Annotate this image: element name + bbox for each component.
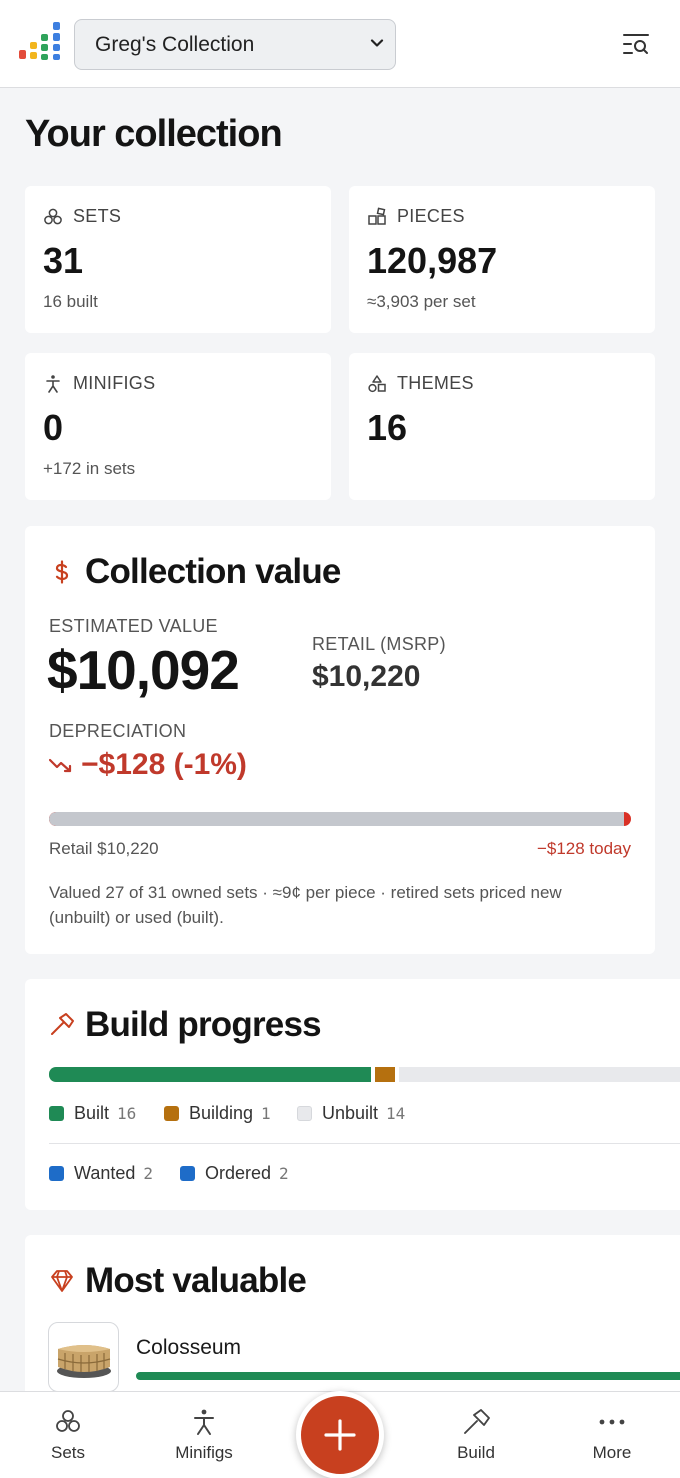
build-progress-title: Build progress bbox=[85, 1005, 322, 1044]
legend-divider bbox=[49, 1143, 680, 1144]
stat-sub-pieces: ≈3,903 per set bbox=[367, 292, 476, 311]
build-progress-bar bbox=[49, 1067, 680, 1082]
collection-value-card: Collection value ESTIMATED VALUE $10,092… bbox=[25, 526, 655, 954]
item-name: Colosseum bbox=[136, 1336, 242, 1359]
legend-built[interactable]: Built 16 bbox=[49, 1103, 136, 1124]
collection-select[interactable]: Greg's Collection bbox=[74, 19, 396, 70]
most-valuable-card: Most valuable Colosseum bbox=[25, 1235, 680, 1395]
build-progress-card: Build progress Built 16 Building 1 Unbui… bbox=[25, 979, 680, 1210]
stat-label-sets: SETS bbox=[73, 206, 122, 226]
stat-label-pieces: PIECES bbox=[397, 206, 465, 226]
minifig-icon bbox=[194, 1409, 214, 1435]
stat-label-themes: THEMES bbox=[397, 373, 474, 393]
app-header: Greg's Collection bbox=[0, 0, 680, 88]
stat-value-minifigs: 0 bbox=[43, 407, 64, 448]
minifig-icon bbox=[46, 374, 60, 393]
item-value-bar bbox=[136, 1372, 680, 1380]
legend-building[interactable]: Building 1 bbox=[164, 1103, 271, 1124]
stat-card-themes[interactable]: THEMES 16 bbox=[349, 353, 655, 500]
stat-label-minifigs: MINIFIGS bbox=[73, 373, 156, 393]
sets-icon bbox=[56, 1410, 80, 1432]
build-segment-unbuilt bbox=[398, 1067, 680, 1082]
nav-sets-label: Sets bbox=[50, 1443, 86, 1462]
page-title: Your collection bbox=[25, 113, 283, 155]
retail-label: RETAIL (MSRP) bbox=[312, 634, 446, 654]
stat-card-pieces[interactable]: PIECES 120,987 ≈3,903 per set bbox=[349, 186, 655, 333]
legend-wanted[interactable]: Wanted 2 bbox=[49, 1163, 153, 1184]
retail-value: $10,220 bbox=[312, 660, 421, 693]
stat-card-sets[interactable]: SETS 31 16 built bbox=[25, 186, 331, 333]
estimated-value-label: ESTIMATED VALUE bbox=[49, 616, 218, 636]
nav-minifigs[interactable]: Minifigs bbox=[154, 1392, 254, 1478]
trending-down-icon bbox=[49, 758, 72, 773]
hammer-icon bbox=[51, 1013, 74, 1035]
plus-icon bbox=[324, 1419, 356, 1451]
stat-sub-minifigs: +172 in sets bbox=[43, 459, 136, 478]
nav-build[interactable]: Build bbox=[426, 1392, 526, 1478]
legend-unbuilt[interactable]: Unbuilt 14 bbox=[297, 1103, 405, 1124]
stat-value-pieces: 120,987 bbox=[367, 240, 498, 281]
stat-value-themes: 16 bbox=[367, 407, 408, 448]
value-bar bbox=[49, 812, 631, 826]
estimated-value: $10,092 bbox=[47, 639, 240, 701]
depreciation-label: DEPRECIATION bbox=[49, 721, 187, 741]
value-bar-right-label: −$128 today bbox=[536, 839, 631, 858]
stat-value-sets: 31 bbox=[43, 240, 84, 281]
nav-minifigs-label: Minifigs bbox=[175, 1443, 233, 1462]
search-filter-icon[interactable] bbox=[622, 32, 650, 56]
collection-select-value: Greg's Collection bbox=[95, 33, 255, 56]
build-segment-built bbox=[49, 1067, 371, 1082]
themes-icon bbox=[368, 374, 386, 392]
pieces-icon bbox=[368, 207, 386, 225]
most-valuable-title: Most valuable bbox=[85, 1261, 307, 1300]
build-segment-building bbox=[374, 1067, 395, 1082]
nav-build-label: Build bbox=[457, 1443, 495, 1462]
nav-sets[interactable]: Sets bbox=[18, 1392, 118, 1478]
legend-ordered[interactable]: Ordered 2 bbox=[180, 1163, 289, 1184]
add-button[interactable] bbox=[296, 1391, 384, 1478]
list-item[interactable]: Colosseum bbox=[48, 1322, 680, 1392]
nav-more[interactable]: More bbox=[562, 1392, 662, 1478]
colosseum-image bbox=[57, 1345, 111, 1378]
value-bar-retained bbox=[49, 812, 624, 826]
stat-card-minifigs[interactable]: MINIFIGS 0 +172 in sets bbox=[25, 353, 331, 500]
depreciation-value: −$128 (-1%) bbox=[81, 748, 247, 781]
app-logo-icon bbox=[19, 22, 60, 60]
sets-icon bbox=[44, 208, 62, 224]
stat-sub-sets: 16 built bbox=[43, 292, 98, 311]
dollar-icon bbox=[55, 560, 69, 584]
value-bar-left-label: Retail $10,220 bbox=[49, 839, 159, 858]
valuation-note: Valued 27 of 31 owned sets · ≈9¢ per pie… bbox=[49, 883, 562, 927]
more-dots-icon bbox=[599, 1419, 625, 1425]
set-thumbnail bbox=[48, 1322, 119, 1392]
chevron-down-icon bbox=[370, 39, 384, 47]
gem-icon bbox=[51, 1270, 73, 1292]
collection-value-title: Collection value bbox=[85, 552, 341, 591]
nav-more-label: More bbox=[592, 1443, 632, 1462]
hammer-icon bbox=[464, 1409, 490, 1434]
